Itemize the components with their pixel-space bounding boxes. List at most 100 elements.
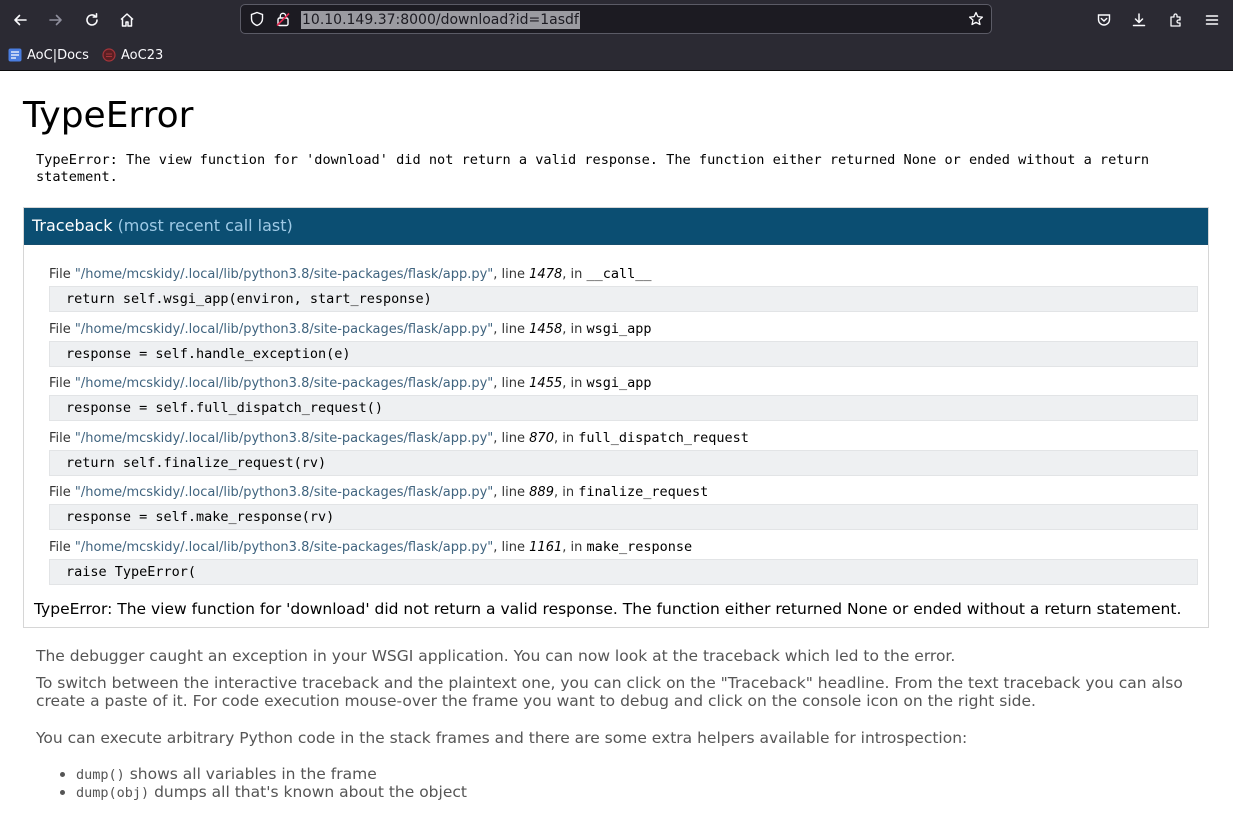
frame-location: File "/home/mcskidy/.local/lib/python3.8… (49, 375, 1199, 392)
frame-location: File "/home/mcskidy/.local/lib/python3.8… (49, 484, 1199, 501)
in-prefix: , in (562, 539, 587, 555)
frame-function: full_dispatch_request (578, 429, 749, 446)
line-prefix: , line (493, 539, 530, 555)
extensions-button[interactable] (1162, 6, 1190, 34)
traceback-footer-message: TypeError: The view function for 'downlo… (34, 600, 1182, 618)
frame-code-line[interactable]: return self.wsgi_app(environ, start_resp… (49, 286, 1198, 312)
url-bar[interactable]: 10.10.149.37:8000/download?id=1asdf (240, 4, 992, 34)
traceback-frame[interactable]: File "/home/mcskidy/.local/lib/python3.8… (49, 375, 1199, 430)
back-arrow-icon (14, 14, 27, 26)
line-prefix: , line (493, 430, 530, 446)
bookmark-aoc23[interactable]: AoC23 (102, 44, 163, 66)
bookmark-aoc-docs[interactable]: AoC|Docs (8, 44, 89, 66)
frame-line-number: 889 (529, 485, 554, 500)
traceback-heading-sub: (most recent call last) (117, 216, 293, 235)
frame-filename: "/home/mcskidy/.local/lib/python3.8/site… (74, 485, 494, 500)
frame-location: File "/home/mcskidy/.local/lib/python3.8… (49, 321, 1199, 338)
file-prefix: File (49, 321, 75, 337)
file-prefix: File (49, 485, 75, 500)
frame-code-line[interactable]: return self.finalize_request(rv) (49, 449, 1198, 476)
bookmarks-toolbar: AoC|Docs AoC23 (0, 42, 1233, 68)
helpers-list: dump() shows all variables in the frame … (76, 765, 467, 801)
traceback-heading: Traceback (32, 216, 113, 235)
bookmark-star-icon[interactable] (968, 11, 984, 27)
frame-code-line[interactable]: response = self.make_response(rv) (49, 504, 1198, 530)
reload-button[interactable] (78, 6, 106, 34)
file-prefix: File (49, 430, 75, 446)
line-prefix: , line (493, 376, 530, 391)
frame-function: make_response (586, 538, 693, 555)
frame-code-line[interactable]: response = self.full_dispatch_request() (49, 395, 1198, 421)
frame-location: File "/home/mcskidy/.local/lib/python3.8… (49, 266, 1199, 283)
home-icon (120, 13, 134, 27)
in-prefix: , in (553, 430, 579, 446)
frame-line-number: 1458 (529, 321, 563, 337)
frame-function: wsgi_app (586, 375, 652, 391)
file-prefix: File (49, 539, 75, 555)
list-item: dump(obj) dumps all that's known about t… (76, 783, 467, 801)
pocket-button[interactable] (1090, 6, 1118, 34)
traceback-frame[interactable]: File "/home/mcskidy/.local/lib/python3.8… (49, 321, 1199, 376)
explanation-paragraph-1: The debugger caught an exception in your… (36, 647, 956, 665)
traceback-frame[interactable]: File "/home/mcskidy/.local/lib/python3.8… (49, 484, 1199, 539)
file-prefix: File (49, 267, 75, 282)
home-button[interactable] (113, 6, 141, 34)
frame-filename: "/home/mcskidy/.local/lib/python3.8/site… (74, 430, 494, 446)
frame-location: File "/home/mcskidy/.local/lib/python3.8… (49, 539, 1199, 556)
frame-line-number: 1455 (529, 376, 563, 391)
page-content: TypeError TypeError: The view function f… (0, 71, 1233, 825)
page-title: TypeError (23, 95, 194, 136)
docs-icon (8, 48, 22, 62)
frame-filename: "/home/mcskidy/.local/lib/python3.8/site… (74, 539, 494, 555)
list-item: dump() shows all variables in the frame (76, 765, 467, 783)
traceback-frame[interactable]: File "/home/mcskidy/.local/lib/python3.8… (49, 539, 1199, 594)
helper-code: dump(obj) (76, 785, 150, 801)
browser-chrome: 10.10.149.37:8000/download?id=1asdf AoC|… (0, 0, 1233, 71)
frame-code-line[interactable]: raise TypeError( (49, 558, 1198, 585)
in-prefix: , in (562, 376, 587, 391)
url-text[interactable]: 10.10.149.37:8000/download?id=1asdf (301, 11, 580, 29)
aoc-icon (102, 48, 116, 62)
bookmark-label: AoC|Docs (27, 47, 89, 63)
browser-toolbar: 10.10.149.37:8000/download?id=1asdf (0, 0, 1233, 40)
reload-icon (86, 13, 98, 26)
helper-text: dumps all that's known about the object (149, 783, 467, 801)
forward-button[interactable] (42, 6, 70, 34)
puzzle-icon (1170, 13, 1181, 27)
frame-filename: "/home/mcskidy/.local/lib/python3.8/site… (74, 376, 494, 391)
file-prefix: File (49, 376, 75, 391)
traceback-panel: Traceback (most recent call last) File "… (23, 207, 1209, 628)
hamburger-menu-icon (1205, 15, 1219, 25)
in-prefix: , in (562, 321, 587, 337)
frame-line-number: 870 (529, 430, 554, 446)
frame-line-number: 1161 (529, 539, 563, 555)
bookmark-label: AoC23 (121, 47, 164, 63)
frame-code-line[interactable]: response = self.handle_exception(e) (49, 340, 1198, 367)
traceback-frame[interactable]: File "/home/mcskidy/.local/lib/python3.8… (49, 266, 1199, 321)
shield-icon[interactable] (249, 11, 265, 27)
frame-function: __call__ (586, 266, 652, 282)
in-prefix: , in (562, 267, 587, 282)
downloads-button[interactable] (1125, 6, 1153, 34)
frame-location: File "/home/mcskidy/.local/lib/python3.8… (49, 430, 1199, 447)
frame-function: finalize_request (578, 484, 709, 500)
frame-line-number: 1478 (529, 267, 563, 282)
frame-function: wsgi_app (586, 320, 652, 337)
line-prefix: , line (493, 485, 530, 500)
traceback-frame[interactable]: File "/home/mcskidy/.local/lib/python3.8… (49, 430, 1199, 485)
back-button[interactable] (6, 6, 34, 34)
frame-filename: "/home/mcskidy/.local/lib/python3.8/site… (74, 321, 494, 337)
explanation-paragraph-2: To switch between the interactive traceb… (36, 674, 1183, 710)
insecure-lock-icon[interactable] (275, 11, 291, 27)
explanation-paragraph-3: You can execute arbitrary Python code in… (36, 729, 968, 747)
download-icon (1132, 13, 1146, 27)
pocket-icon (1097, 14, 1111, 26)
traceback-frames: File "/home/mcskidy/.local/lib/python3.8… (49, 266, 1199, 593)
in-prefix: , in (553, 485, 579, 500)
forward-arrow-icon (49, 14, 62, 26)
error-message: TypeError: The view function for 'downlo… (36, 152, 1150, 185)
menu-button[interactable] (1198, 6, 1226, 34)
traceback-headline[interactable]: Traceback (most recent call last) (24, 208, 1208, 245)
helper-code: dump() (76, 767, 125, 783)
line-prefix: , line (493, 267, 530, 282)
